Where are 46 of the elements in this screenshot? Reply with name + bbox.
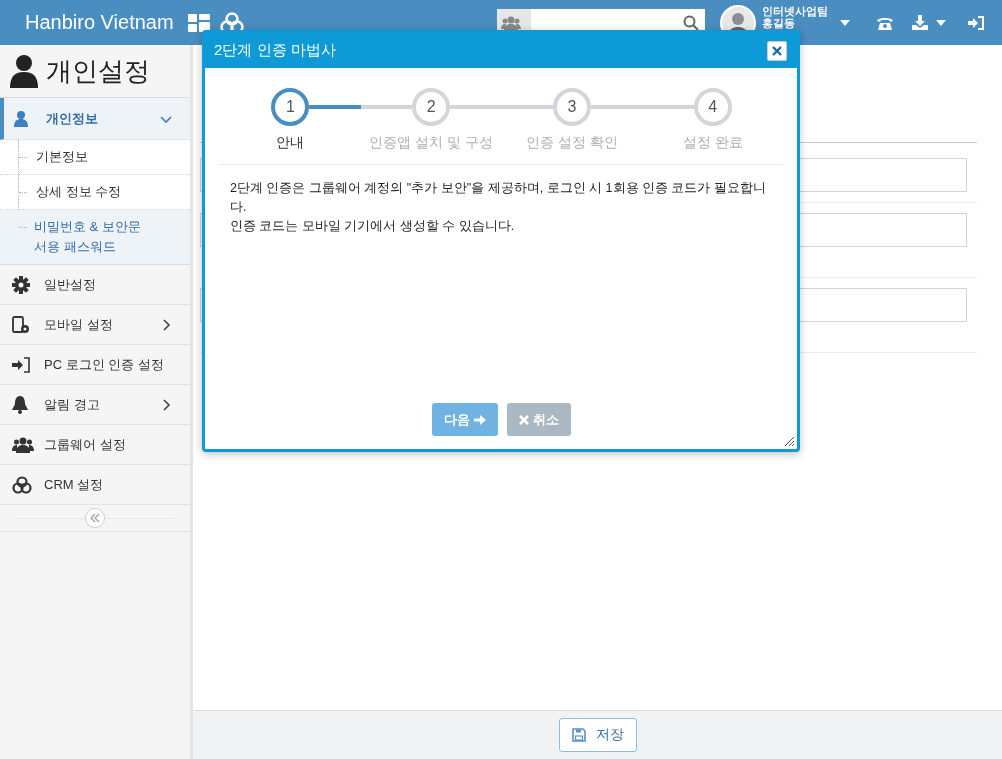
caret-icon[interactable]	[840, 19, 850, 26]
rings-icon	[12, 475, 32, 494]
close-icon	[772, 45, 782, 56]
step-circle: 2	[412, 88, 451, 126]
sidebar-item[interactable]: 일반설정	[0, 265, 190, 305]
sidebar-item[interactable]: 그룹웨어 설정	[0, 425, 190, 465]
dialog-text: 2단계 인증은 그룹웨어 계정의 "추가 보안"을 제공하며, 로그인 시 1회용 인증 코드가 필요합니다.	[230, 180, 767, 216]
step-label: 인증 설정 확인	[526, 134, 618, 152]
step-circle: 4	[693, 88, 732, 126]
sidebar-item[interactable]: 개인정보	[0, 98, 190, 140]
users-icon	[501, 14, 521, 31]
user-name: 홍길동	[762, 16, 795, 29]
collapse-button[interactable]	[85, 508, 105, 528]
submenu-item[interactable]: 기본정보	[36, 148, 88, 166]
user-icon	[14, 110, 28, 127]
brand-title: Hanbiro Vietnam	[25, 11, 174, 34]
gear-icon	[12, 275, 30, 294]
sign-out-icon[interactable]	[968, 15, 984, 30]
close-button[interactable]	[767, 40, 787, 61]
sidebar-item[interactable]: PC 로그인 인증 설정	[0, 345, 190, 385]
arrow-right-icon	[474, 413, 486, 426]
dialog-title: 2단계 인증 마법사	[214, 41, 336, 60]
sidebar-item[interactable]: 모바일 설정	[0, 305, 190, 345]
submenu-item[interactable]: 상세 정보 수정	[36, 183, 122, 201]
dialog-text: 인증 코드는 모바일 기기에서 생성할 수 있습니다.	[230, 218, 516, 235]
dashboard-icon[interactable]	[187, 13, 210, 32]
save-button[interactable]: 저장	[558, 718, 637, 752]
sidebar-title: 개인설정	[46, 54, 150, 88]
user-icon	[10, 54, 38, 88]
step-circle: 1	[271, 88, 310, 126]
users-icon	[12, 436, 34, 453]
search-icon[interactable]	[683, 14, 699, 31]
close-icon	[519, 414, 529, 425]
team-name: 인터넷사업팀	[762, 4, 828, 17]
step-label: 설정 완료	[682, 134, 743, 152]
step-label: 안내	[276, 134, 305, 152]
step-label: 인증앱 설치 및 구성	[369, 134, 493, 152]
bell-icon	[12, 395, 28, 414]
step-circle: 3	[552, 88, 591, 126]
sign-in-icon	[12, 356, 30, 373]
resize-grip-icon[interactable]	[784, 436, 795, 447]
caret-icon[interactable]	[936, 19, 946, 26]
double-chevron-icon	[90, 514, 100, 522]
tablet-gear-icon	[12, 315, 30, 334]
download-icon[interactable]	[912, 15, 928, 30]
sidebar-item[interactable]: 알림 경고	[0, 385, 190, 425]
